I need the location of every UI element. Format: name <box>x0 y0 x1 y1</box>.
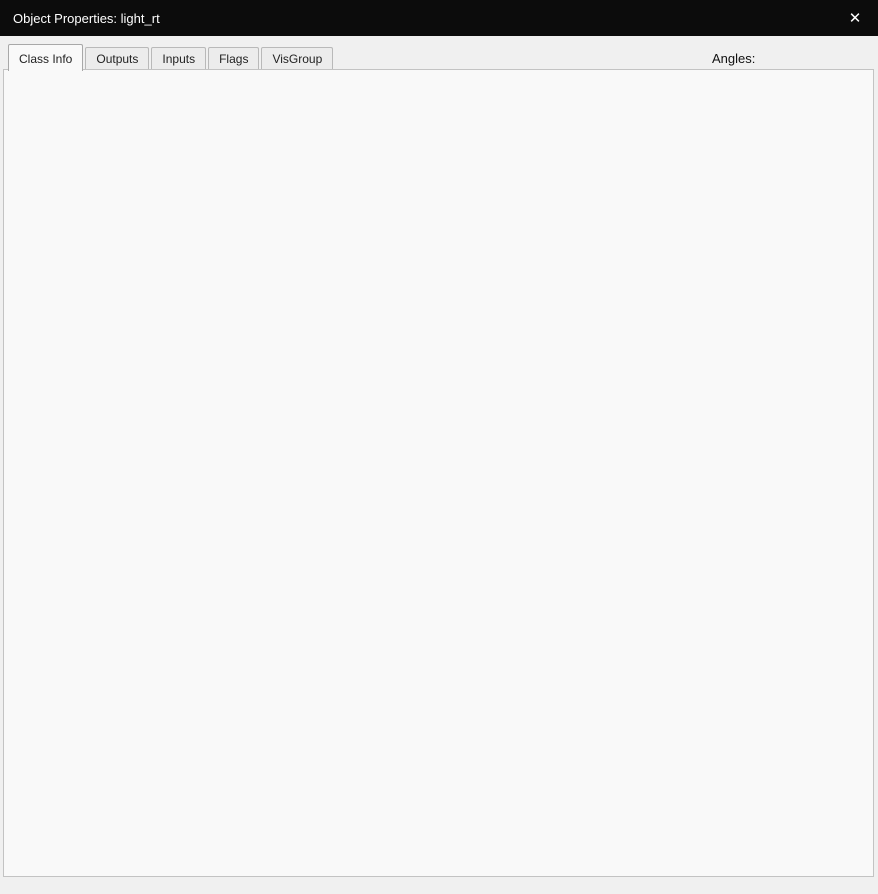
object-properties-dialog: Object Properties: light_rt ✕ Class Info… <box>0 0 878 894</box>
tab-visgroup[interactable]: VisGroup <box>261 47 334 71</box>
close-button[interactable]: ✕ <box>832 0 878 36</box>
tab-inputs[interactable]: Inputs <box>151 47 207 71</box>
tab-outputs[interactable]: Outputs <box>85 47 150 71</box>
tab-page <box>3 69 874 877</box>
angles-label: Angles: <box>712 51 756 66</box>
close-icon: ✕ <box>848 10 862 27</box>
window-title: Object Properties: light_rt <box>13 10 160 26</box>
tab-class-info[interactable]: Class Info <box>8 44 84 71</box>
tab-flags[interactable]: Flags <box>208 47 260 71</box>
title-bar[interactable]: Object Properties: light_rt ✕ <box>0 0 878 36</box>
